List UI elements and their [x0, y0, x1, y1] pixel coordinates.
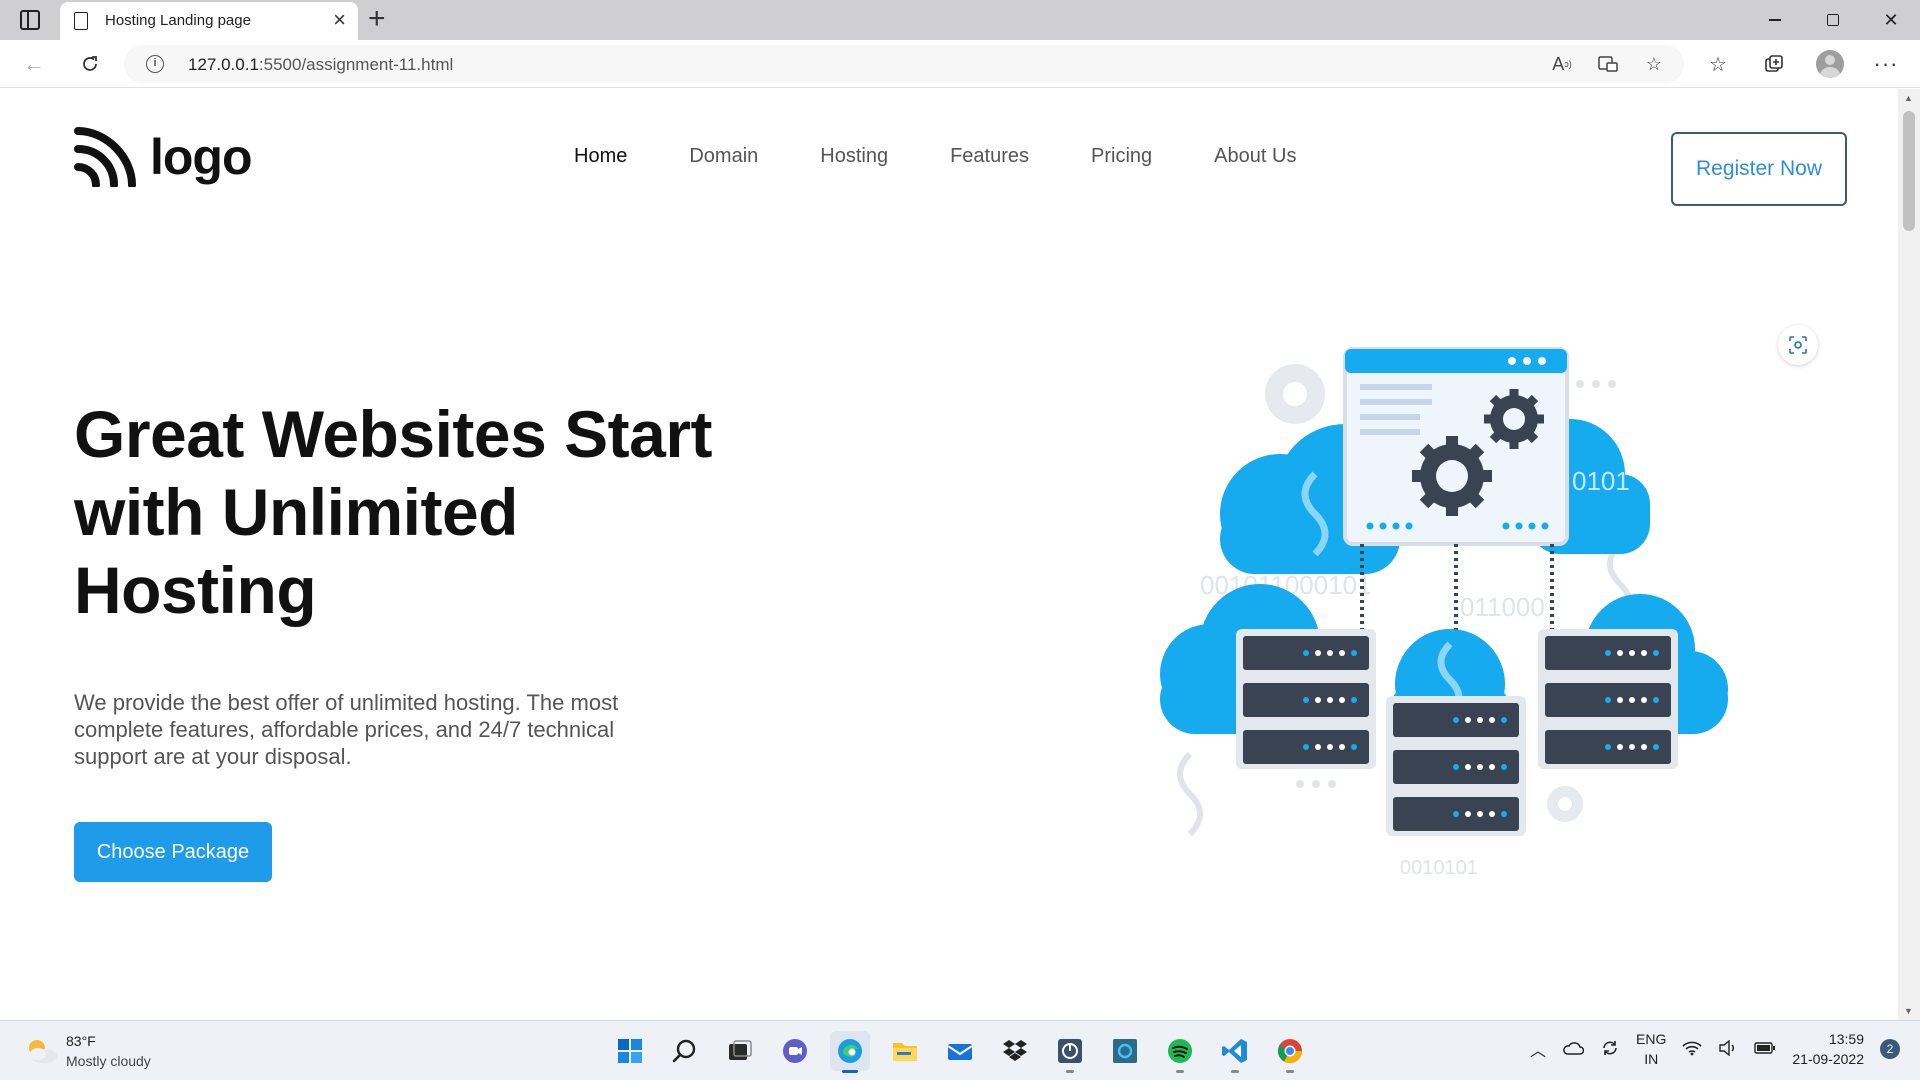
- choose-package-button[interactable]: Choose Package: [74, 822, 272, 882]
- logo-text: logo: [150, 129, 253, 185]
- close-window-button[interactable]: ✕: [1862, 0, 1920, 40]
- nav-home[interactable]: Home: [574, 145, 627, 168]
- search-icon[interactable]: [665, 1031, 705, 1071]
- read-aloud-icon[interactable]: Aɔ): [1550, 53, 1574, 75]
- binary-label: 0010101: [1400, 857, 1478, 879]
- partly-cloudy-icon: [24, 1037, 60, 1065]
- logo-icon: [74, 127, 136, 187]
- binary-label: 011000: [1460, 592, 1545, 622]
- system-tray: ︿ ENG IN 13:59 21-09-2022 2: [1530, 1029, 1900, 1069]
- clock[interactable]: 13:59 21-09-2022: [1792, 1029, 1864, 1069]
- url-text: 127.0.0.1:5500/assignment-11.html: [188, 55, 454, 74]
- nav-features[interactable]: Features: [950, 145, 1029, 168]
- taskbar-apps: [610, 1031, 1310, 1073]
- nav-pricing[interactable]: Pricing: [1091, 145, 1152, 168]
- wifi-icon[interactable]: [1682, 1040, 1702, 1059]
- chat-icon[interactable]: [775, 1031, 815, 1071]
- browser-tab-bar: Hosting Landing page × + ✕: [0, 0, 1920, 40]
- battery-icon[interactable]: [1754, 1041, 1776, 1058]
- app-available-icon[interactable]: [1596, 53, 1620, 75]
- language-indicator[interactable]: ENG IN: [1636, 1029, 1666, 1069]
- scrollbar-thumb[interactable]: [1903, 111, 1915, 231]
- nav-hosting[interactable]: Hosting: [820, 145, 888, 168]
- scroll-up-icon[interactable]: ▲: [1904, 93, 1913, 103]
- page-icon: [74, 12, 88, 30]
- more-menu-icon[interactable]: ···: [1872, 50, 1900, 78]
- profile-avatar[interactable]: [1816, 50, 1844, 78]
- chrome-icon[interactable]: [1270, 1031, 1310, 1073]
- nav-domain[interactable]: Domain: [689, 145, 758, 168]
- restore-button[interactable]: [1804, 0, 1862, 40]
- volume-icon[interactable]: [1718, 1039, 1738, 1059]
- main-nav: Home Domain Hosting Features Pricing Abo…: [574, 145, 1358, 168]
- binary-label: 0101: [1572, 466, 1630, 496]
- vscode-icon[interactable]: [1215, 1031, 1255, 1073]
- add-favorite-icon[interactable]: ☆: [1642, 53, 1666, 75]
- chevron-up-icon[interactable]: ︿: [1530, 1037, 1546, 1061]
- register-now-button[interactable]: Register Now: [1671, 132, 1847, 206]
- taskbar: 83°F Mostly cloudy ︿ ENG IN 13:59 21-09-…: [0, 1020, 1920, 1080]
- window-controls: ✕: [1746, 0, 1920, 40]
- collections-icon[interactable]: [1760, 50, 1788, 78]
- back-icon[interactable]: ←: [18, 48, 50, 80]
- scroll-down-icon[interactable]: ▼: [1904, 1006, 1913, 1016]
- cortana-icon[interactable]: [1105, 1031, 1145, 1071]
- clock-time: 13:59: [1828, 1031, 1864, 1047]
- address-bar-row: ← i 127.0.0.1:5500/assignment-11.html Aɔ…: [0, 40, 1920, 88]
- minimize-button[interactable]: [1746, 0, 1804, 40]
- edge-icon[interactable]: [830, 1031, 870, 1073]
- page-scrollbar[interactable]: ▲ ▼: [1898, 89, 1920, 1020]
- file-explorer-icon[interactable]: [885, 1031, 925, 1071]
- task-view-icon[interactable]: [720, 1031, 760, 1071]
- mail-icon[interactable]: [940, 1031, 980, 1071]
- hero-subtitle: We provide the best offer of unlimited h…: [74, 690, 619, 769]
- tab-actions-icon[interactable]: [20, 10, 40, 30]
- hero-title: Great Websites Start with Unlimited Host…: [74, 397, 713, 627]
- favorites-icon[interactable]: ☆: [1704, 50, 1732, 78]
- browser-window-graphic: [1343, 347, 1569, 546]
- start-icon[interactable]: [610, 1031, 650, 1071]
- onedrive-icon[interactable]: [1562, 1040, 1585, 1059]
- url-field[interactable]: i 127.0.0.1:5500/assignment-11.html Aɔ) …: [124, 45, 1684, 83]
- reload-icon[interactable]: [74, 48, 106, 80]
- weather-widget[interactable]: 83°F Mostly cloudy: [24, 1031, 151, 1071]
- close-tab-icon[interactable]: ×: [333, 8, 346, 32]
- hosting-illustration: 001011000101 011000 0010101 0101: [1160, 347, 1728, 879]
- site-info-icon[interactable]: i: [146, 55, 164, 73]
- site-logo[interactable]: logo: [74, 127, 253, 187]
- tab-title: Hosting Landing page: [105, 12, 251, 29]
- sync-icon[interactable]: [1600, 1038, 1620, 1061]
- weather-temp: 83°F: [66, 1033, 96, 1049]
- app-icon[interactable]: [1050, 1031, 1090, 1073]
- weather-desc: Mostly cloudy: [66, 1053, 151, 1069]
- browser-tab[interactable]: Hosting Landing page ×: [60, 2, 358, 40]
- new-tab-button[interactable]: +: [368, 2, 386, 36]
- page-viewport: logo Home Domain Hosting Features Pricin…: [0, 89, 1898, 1020]
- clock-date: 21-09-2022: [1792, 1051, 1864, 1067]
- nav-about-us[interactable]: About Us: [1214, 145, 1296, 168]
- dropbox-icon[interactable]: [995, 1031, 1035, 1071]
- visual-search-icon[interactable]: [1778, 325, 1818, 365]
- notification-badge[interactable]: 2: [1880, 1039, 1900, 1059]
- spotify-icon[interactable]: [1160, 1031, 1200, 1073]
